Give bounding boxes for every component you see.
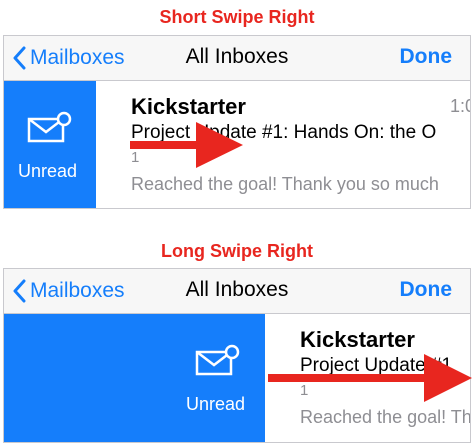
unread-label: Unread: [186, 394, 246, 414]
caption-long-swipe: Long Swipe Right: [161, 241, 313, 261]
unread-label: Unread: [18, 161, 78, 181]
swipe-right-arrow-icon: [130, 122, 243, 168]
navigation-bar: Mailboxes All Inboxes Done: [4, 36, 470, 81]
caption-short-swipe: Short Swipe Right: [159, 7, 315, 27]
message-time: 1:0: [450, 96, 470, 116]
message-preview: Reached the goal! Thank you so much: [131, 174, 439, 194]
done-button[interactable]: Done: [400, 278, 453, 302]
sender-name: Kickstarter: [131, 94, 246, 119]
message-preview: Reached the goal! Thank you so much: [300, 407, 471, 427]
swipe-right-arrow-icon: [268, 354, 472, 402]
navigation-bar: Mailboxes All Inboxes Done: [4, 269, 470, 314]
envelope-unread-icon: [195, 344, 240, 376]
envelope-unread-icon: [27, 111, 72, 143]
sender-name: Kickstarter: [300, 327, 415, 352]
mark-unread-action[interactable]: Unread: [4, 81, 96, 208]
mark-unread-action[interactable]: Unread: [4, 314, 265, 442]
done-button[interactable]: Done: [400, 45, 453, 69]
